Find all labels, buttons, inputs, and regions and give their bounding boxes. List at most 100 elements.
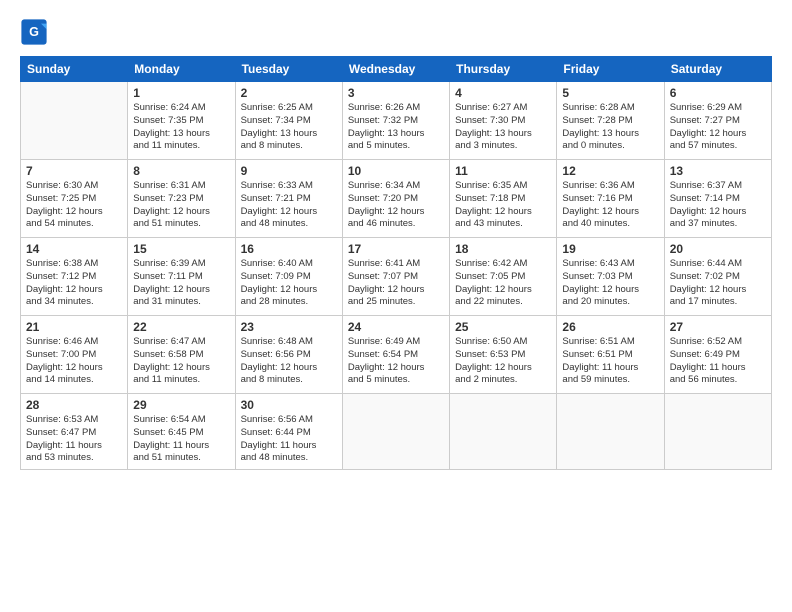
- calendar-week-2: 7 Sunrise: 6:30 AM Sunset: 7:25 PM Daylig…: [21, 160, 772, 238]
- calendar-cell: 21 Sunrise: 6:46 AM Sunset: 7:00 PM Dayli…: [21, 316, 128, 394]
- day-info: Sunrise: 6:30 AM Sunset: 7:25 PM Dayligh…: [26, 180, 122, 231]
- logo: G: [20, 18, 50, 46]
- day-number: 8: [133, 164, 229, 178]
- calendar-cell: 24Sunrise: 6:49 AM Sunset: 6:54 PM Dayli…: [342, 316, 449, 394]
- day-info: Sunrise: 6:52 AM Sunset: 6:49 PM Dayligh…: [670, 336, 766, 387]
- day-number: 27: [670, 320, 766, 334]
- day-number: 1: [133, 86, 229, 100]
- calendar-week-3: 14 Sunrise: 6:38 AM Sunset: 7:12 PM Dayli…: [21, 238, 772, 316]
- header: G: [20, 18, 772, 46]
- day-info: Sunrise: 6:47 AM Sunset: 6:58 PM Dayligh…: [133, 336, 229, 387]
- calendar-cell: 12Sunrise: 6:36 AM Sunset: 7:16 PM Dayli…: [557, 160, 664, 238]
- day-info: Sunrise: 6:38 AM Sunset: 7:12 PM Dayligh…: [26, 258, 122, 309]
- weekday-header-row: SundayMondayTuesdayWednesdayThursdayFrid…: [21, 57, 772, 82]
- day-number: 12: [562, 164, 658, 178]
- day-info: Sunrise: 6:26 AM Sunset: 7:32 PM Dayligh…: [348, 102, 444, 153]
- day-info: Sunrise: 6:43 AM Sunset: 7:03 PM Dayligh…: [562, 258, 658, 309]
- day-info: Sunrise: 6:28 AM Sunset: 7:28 PM Dayligh…: [562, 102, 658, 153]
- weekday-header-friday: Friday: [557, 57, 664, 82]
- calendar-cell: 27 Sunrise: 6:52 AM Sunset: 6:49 PM Dayli…: [664, 316, 771, 394]
- calendar-cell: 14 Sunrise: 6:38 AM Sunset: 7:12 PM Dayli…: [21, 238, 128, 316]
- day-number: 25: [455, 320, 551, 334]
- calendar-cell: 1 Sunrise: 6:24 AM Sunset: 7:35 PM Daylig…: [128, 82, 235, 160]
- calendar-cell: [342, 394, 449, 470]
- calendar-cell: 6Sunrise: 6:29 AM Sunset: 7:27 PM Daylig…: [664, 82, 771, 160]
- calendar-cell: [664, 394, 771, 470]
- calendar-cell: 2 Sunrise: 6:25 AM Sunset: 7:34 PM Daylig…: [235, 82, 342, 160]
- calendar-cell: [557, 394, 664, 470]
- day-info: Sunrise: 6:48 AM Sunset: 6:56 PM Dayligh…: [241, 336, 337, 387]
- day-number: 18: [455, 242, 551, 256]
- calendar-cell: 29 Sunrise: 6:54 AM Sunset: 6:45 PM Dayli…: [128, 394, 235, 470]
- day-info: Sunrise: 6:39 AM Sunset: 7:11 PM Dayligh…: [133, 258, 229, 309]
- day-info: Sunrise: 6:51 AM Sunset: 6:51 PM Dayligh…: [562, 336, 658, 387]
- calendar-table: SundayMondayTuesdayWednesdayThursdayFrid…: [20, 56, 772, 470]
- calendar-cell: 23 Sunrise: 6:48 AM Sunset: 6:56 PM Dayli…: [235, 316, 342, 394]
- calendar-cell: 5 Sunrise: 6:28 AM Sunset: 7:28 PM Daylig…: [557, 82, 664, 160]
- weekday-header-sunday: Sunday: [21, 57, 128, 82]
- logo-icon: G: [20, 18, 48, 46]
- calendar-cell: 18 Sunrise: 6:42 AM Sunset: 7:05 PM Dayli…: [450, 238, 557, 316]
- day-number: 3: [348, 86, 444, 100]
- day-number: 19: [562, 242, 658, 256]
- calendar-cell: 15 Sunrise: 6:39 AM Sunset: 7:11 PM Dayli…: [128, 238, 235, 316]
- day-number: 11: [455, 164, 551, 178]
- weekday-header-tuesday: Tuesday: [235, 57, 342, 82]
- day-number: 30: [241, 398, 337, 412]
- day-number: 22: [133, 320, 229, 334]
- day-number: 5: [562, 86, 658, 100]
- day-number: 9: [241, 164, 337, 178]
- day-info: Sunrise: 6:34 AM Sunset: 7:20 PM Dayligh…: [348, 180, 444, 231]
- calendar-cell: 28 Sunrise: 6:53 AM Sunset: 6:47 PM Dayli…: [21, 394, 128, 470]
- calendar-cell: 3 Sunrise: 6:26 AM Sunset: 7:32 PM Daylig…: [342, 82, 449, 160]
- page: G SundayMondayTuesdayWednesdayThursdayFr…: [0, 0, 792, 612]
- calendar-cell: [21, 82, 128, 160]
- day-number: 7: [26, 164, 122, 178]
- weekday-header-thursday: Thursday: [450, 57, 557, 82]
- day-info: Sunrise: 6:31 AM Sunset: 7:23 PM Dayligh…: [133, 180, 229, 231]
- calendar-cell: 8 Sunrise: 6:31 AM Sunset: 7:23 PM Daylig…: [128, 160, 235, 238]
- calendar-cell: 7 Sunrise: 6:30 AM Sunset: 7:25 PM Daylig…: [21, 160, 128, 238]
- day-number: 15: [133, 242, 229, 256]
- day-info: Sunrise: 6:54 AM Sunset: 6:45 PM Dayligh…: [133, 414, 229, 465]
- day-number: 28: [26, 398, 122, 412]
- calendar-cell: 30 Sunrise: 6:56 AM Sunset: 6:44 PM Dayli…: [235, 394, 342, 470]
- day-number: 6: [670, 86, 766, 100]
- calendar-week-4: 21 Sunrise: 6:46 AM Sunset: 7:00 PM Dayli…: [21, 316, 772, 394]
- calendar-cell: [450, 394, 557, 470]
- calendar-cell: 16Sunrise: 6:40 AM Sunset: 7:09 PM Dayli…: [235, 238, 342, 316]
- calendar-cell: 26 Sunrise: 6:51 AM Sunset: 6:51 PM Dayli…: [557, 316, 664, 394]
- day-info: Sunrise: 6:37 AM Sunset: 7:14 PM Dayligh…: [670, 180, 766, 231]
- day-number: 10: [348, 164, 444, 178]
- day-info: Sunrise: 6:56 AM Sunset: 6:44 PM Dayligh…: [241, 414, 337, 465]
- day-info: Sunrise: 6:41 AM Sunset: 7:07 PM Dayligh…: [348, 258, 444, 309]
- calendar-cell: 17 Sunrise: 6:41 AM Sunset: 7:07 PM Dayli…: [342, 238, 449, 316]
- day-info: Sunrise: 6:46 AM Sunset: 7:00 PM Dayligh…: [26, 336, 122, 387]
- day-info: Sunrise: 6:24 AM Sunset: 7:35 PM Dayligh…: [133, 102, 229, 153]
- calendar-week-5: 28 Sunrise: 6:53 AM Sunset: 6:47 PM Dayli…: [21, 394, 772, 470]
- day-number: 23: [241, 320, 337, 334]
- day-number: 14: [26, 242, 122, 256]
- day-info: Sunrise: 6:25 AM Sunset: 7:34 PM Dayligh…: [241, 102, 337, 153]
- calendar-cell: 11Sunrise: 6:35 AM Sunset: 7:18 PM Dayli…: [450, 160, 557, 238]
- day-number: 16: [241, 242, 337, 256]
- weekday-header-monday: Monday: [128, 57, 235, 82]
- day-number: 4: [455, 86, 551, 100]
- day-number: 17: [348, 242, 444, 256]
- day-number: 21: [26, 320, 122, 334]
- calendar-cell: 9 Sunrise: 6:33 AM Sunset: 7:21 PM Daylig…: [235, 160, 342, 238]
- svg-text:G: G: [29, 25, 39, 39]
- day-info: Sunrise: 6:33 AM Sunset: 7:21 PM Dayligh…: [241, 180, 337, 231]
- weekday-header-wednesday: Wednesday: [342, 57, 449, 82]
- day-number: 26: [562, 320, 658, 334]
- day-number: 29: [133, 398, 229, 412]
- day-number: 20: [670, 242, 766, 256]
- day-info: Sunrise: 6:53 AM Sunset: 6:47 PM Dayligh…: [26, 414, 122, 465]
- day-number: 2: [241, 86, 337, 100]
- calendar-cell: 20 Sunrise: 6:44 AM Sunset: 7:02 PM Dayli…: [664, 238, 771, 316]
- day-info: Sunrise: 6:27 AM Sunset: 7:30 PM Dayligh…: [455, 102, 551, 153]
- day-info: Sunrise: 6:42 AM Sunset: 7:05 PM Dayligh…: [455, 258, 551, 309]
- calendar-cell: 25Sunrise: 6:50 AM Sunset: 6:53 PM Dayli…: [450, 316, 557, 394]
- day-info: Sunrise: 6:44 AM Sunset: 7:02 PM Dayligh…: [670, 258, 766, 309]
- calendar-cell: 10 Sunrise: 6:34 AM Sunset: 7:20 PM Dayli…: [342, 160, 449, 238]
